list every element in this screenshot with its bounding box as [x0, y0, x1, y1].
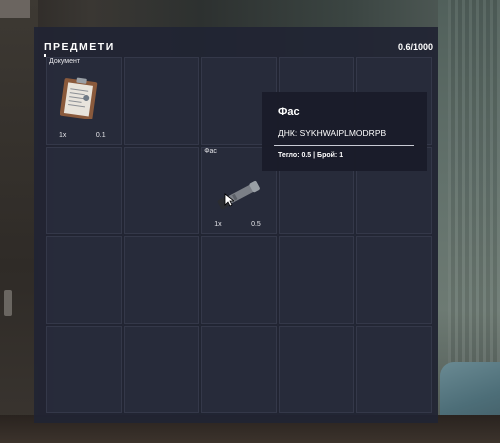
- item-count: 1x: [214, 221, 222, 228]
- inventory-slot[interactable]: [356, 325, 432, 413]
- inventory-slot[interactable]: [46, 325, 122, 413]
- inventory-panel: ПРЕДМЕТИ 0.6/1000 Документ 1x 0.1 Фас 1x…: [34, 27, 438, 423]
- inventory-capacity: 0.6/1000: [397, 42, 433, 52]
- inventory-slot-document[interactable]: Документ 1x 0.1: [46, 57, 122, 145]
- inventory-slot[interactable]: [123, 325, 200, 413]
- background-outlet: [4, 290, 12, 316]
- item-name: Документ: [49, 58, 81, 65]
- mouse-cursor-icon: [224, 193, 234, 207]
- item-weight: 0.1: [95, 131, 106, 139]
- inventory-slot[interactable]: [201, 236, 277, 324]
- inventory-slot[interactable]: [201, 325, 277, 413]
- inventory-slot[interactable]: [46, 146, 122, 234]
- item-name: Фас: [204, 147, 217, 155]
- clipboard-document-icon: [60, 77, 98, 119]
- inventory-slot[interactable]: [278, 236, 355, 324]
- inventory-title: ПРЕДМЕТИ: [44, 41, 115, 53]
- tooltip-title: Фас: [278, 106, 300, 118]
- tooltip-stats: Тегло: 0.5 | Брой: 1: [278, 152, 344, 159]
- background-doorframe: [0, 0, 30, 18]
- inventory-slot[interactable]: [123, 57, 200, 145]
- inventory-slot[interactable]: [356, 236, 432, 324]
- tooltip-dna: ДНК: SYKHWAIPLMODRPB: [278, 128, 387, 138]
- item-weight: 0.5: [251, 221, 261, 228]
- background-wall: [0, 0, 38, 443]
- inventory-slot[interactable]: [46, 236, 122, 324]
- flashlight-icon: [217, 180, 261, 209]
- inventory-slot[interactable]: [278, 325, 355, 413]
- item-count: 1x: [59, 131, 67, 139]
- inventory-slot[interactable]: [123, 146, 200, 234]
- tooltip-divider: [274, 145, 414, 146]
- inventory-slot[interactable]: [123, 236, 200, 324]
- item-tooltip: Фас ДНК: SYKHWAIPLMODRPB Тегло: 0.5 | Бр…: [262, 92, 427, 171]
